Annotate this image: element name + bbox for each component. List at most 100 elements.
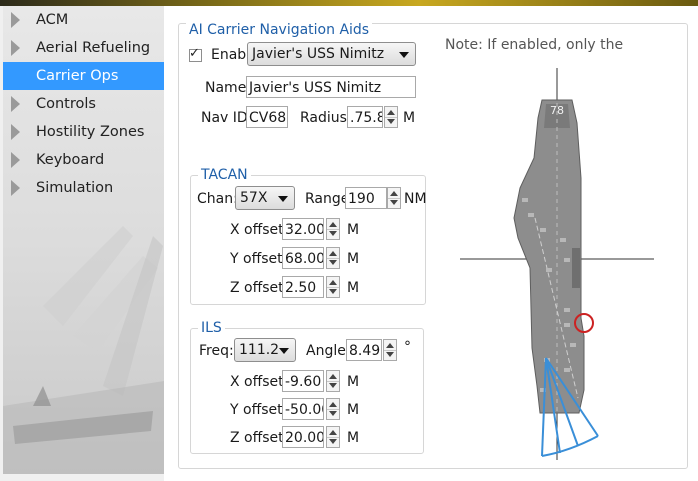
spin-down-icon xyxy=(329,383,337,388)
spin-up-icon xyxy=(387,110,395,115)
radius-label: Radius: xyxy=(300,110,352,126)
expand-arrow-icon xyxy=(11,152,20,168)
radius-unit: M xyxy=(403,110,416,126)
spin-up-icon xyxy=(390,191,398,196)
expand-arrow-icon xyxy=(11,40,20,56)
tacan-y-unit: M xyxy=(347,251,360,267)
expand-arrow-icon xyxy=(11,96,20,112)
sidebar-item-label: Carrier Ops xyxy=(36,68,119,84)
ils-z-label: Z offset xyxy=(230,430,284,446)
ils-y-unit: M xyxy=(347,402,360,418)
spin-up-icon xyxy=(386,343,394,348)
tacan-y-label: Y offset: xyxy=(230,251,288,267)
ils-frequency-value: 111.2 xyxy=(239,342,280,358)
tacan-channel-value: 57X xyxy=(240,190,268,206)
tacan-range-unit: NM xyxy=(404,191,427,207)
carrier-island xyxy=(572,248,580,288)
ils-x-spinner[interactable] xyxy=(326,370,340,392)
ils-x-label: X offset xyxy=(230,374,284,390)
sidebar-item-label: Keyboard xyxy=(36,152,105,168)
spin-up-icon xyxy=(329,251,337,256)
ils-frequency-select[interactable]: 111.2 xyxy=(234,338,296,362)
ils-x-input[interactable]: -9.60 xyxy=(282,370,324,392)
sidebar-item-label: Hostility Zones xyxy=(36,124,145,140)
spin-down-icon xyxy=(329,411,337,416)
tacan-channel-select[interactable]: 57X xyxy=(235,186,295,210)
enable-checkbox[interactable]: ✓ xyxy=(189,46,202,62)
name-input[interactable]: Javier's USS Nimitz xyxy=(246,76,416,98)
tacan-range-label: Range xyxy=(305,191,350,207)
spin-down-icon xyxy=(329,439,337,444)
sidebar-item-label: ACM xyxy=(36,12,69,28)
spin-up-icon xyxy=(329,430,337,435)
expand-arrow-icon xyxy=(11,180,20,196)
tacan-x-spinner[interactable] xyxy=(326,218,340,240)
sidebar-item-label: Simulation xyxy=(36,180,114,196)
tacan-chan-label: Chan: xyxy=(197,191,238,207)
sidebar-item-acm[interactable]: ACM xyxy=(3,6,164,34)
ils-y-label: Y offset xyxy=(230,402,283,418)
sidebar-item-aerial-refueling[interactable]: Aerial Refueling xyxy=(3,34,164,62)
carrier-deck-diagram: 78 xyxy=(460,68,654,460)
ils-y-spinner[interactable] xyxy=(326,398,340,420)
ils-angle-input[interactable]: 8.49 xyxy=(346,339,382,361)
note-text: Note: If enabled, only the xyxy=(445,37,624,53)
ils-title: ILS xyxy=(198,320,225,336)
spin-up-icon xyxy=(329,280,337,285)
spin-down-icon xyxy=(390,200,398,205)
tacan-z-label: Z offset: xyxy=(230,280,289,296)
expand-arrow-icon xyxy=(11,124,20,140)
spin-up-icon xyxy=(329,374,337,379)
hull-number: 78 xyxy=(550,104,564,117)
sidebar-item-label: Controls xyxy=(36,96,96,112)
spin-down-icon xyxy=(387,119,395,124)
sidebar-item-label: Aerial Refueling xyxy=(36,40,151,56)
spin-down-icon xyxy=(329,231,337,236)
enable-label: Enabl xyxy=(211,47,251,63)
sidebar: ACM Aerial Refueling Carrier Ops Control… xyxy=(3,6,165,474)
expand-arrow-icon xyxy=(11,12,20,28)
tacan-range-input[interactable]: 190 xyxy=(345,187,387,209)
spin-down-icon xyxy=(386,352,394,357)
sidebar-item-simulation[interactable]: Simulation xyxy=(3,174,164,202)
tacan-x-label: X offset xyxy=(230,222,284,238)
tacan-x-input[interactable]: 32.00 xyxy=(282,218,324,240)
carrier-select[interactable]: Javier's USS Nimitz xyxy=(247,42,416,66)
tacan-z-spinner[interactable] xyxy=(326,276,340,298)
navid-input[interactable]: CV68 xyxy=(246,106,288,128)
sidebar-item-carrier-ops[interactable]: Carrier Ops xyxy=(3,62,164,90)
tacan-y-spinner[interactable] xyxy=(326,247,340,269)
ils-angle-unit: ° xyxy=(404,339,411,355)
carrier-select-value: Javier's USS Nimitz xyxy=(252,46,385,62)
ils-freq-label: Freq: xyxy=(199,343,234,359)
tacan-x-unit: M xyxy=(347,222,360,238)
tacan-title: TACAN xyxy=(198,167,251,183)
ils-z-unit: M xyxy=(347,430,360,446)
ils-z-input[interactable]: 20.00 xyxy=(282,426,324,448)
spin-down-icon xyxy=(329,260,337,265)
radius-input[interactable]: .75.8 xyxy=(347,106,383,128)
sidebar-item-hostility-zones[interactable]: Hostility Zones xyxy=(3,118,164,146)
ils-y-input[interactable]: -50.00 xyxy=(282,398,324,420)
tacan-z-input[interactable]: 2.50 xyxy=(282,276,324,298)
chevron-down-icon xyxy=(278,196,288,202)
navid-label: Nav ID xyxy=(201,110,248,126)
spin-up-icon xyxy=(329,402,337,407)
tacan-range-spinner[interactable] xyxy=(387,187,401,209)
ils-z-spinner[interactable] xyxy=(326,426,340,448)
spin-up-icon xyxy=(329,222,337,227)
chevron-down-icon xyxy=(279,348,289,354)
ils-angle-spinner[interactable] xyxy=(383,339,397,361)
checkmark-icon: ✓ xyxy=(189,46,200,61)
name-label: Name: xyxy=(205,80,252,96)
ils-x-unit: M xyxy=(347,374,360,390)
sidebar-item-controls[interactable]: Controls xyxy=(3,90,164,118)
tacan-y-input[interactable]: 68.00 xyxy=(282,247,324,269)
radius-spinner[interactable] xyxy=(384,106,398,128)
sidebar-item-keyboard[interactable]: Keyboard xyxy=(3,146,164,174)
tacan-z-unit: M xyxy=(347,280,360,296)
chevron-down-icon xyxy=(399,52,409,58)
group-title: AI Carrier Navigation Aids xyxy=(186,22,373,38)
spin-down-icon xyxy=(329,289,337,294)
ils-angle-label: Angle xyxy=(306,343,346,359)
